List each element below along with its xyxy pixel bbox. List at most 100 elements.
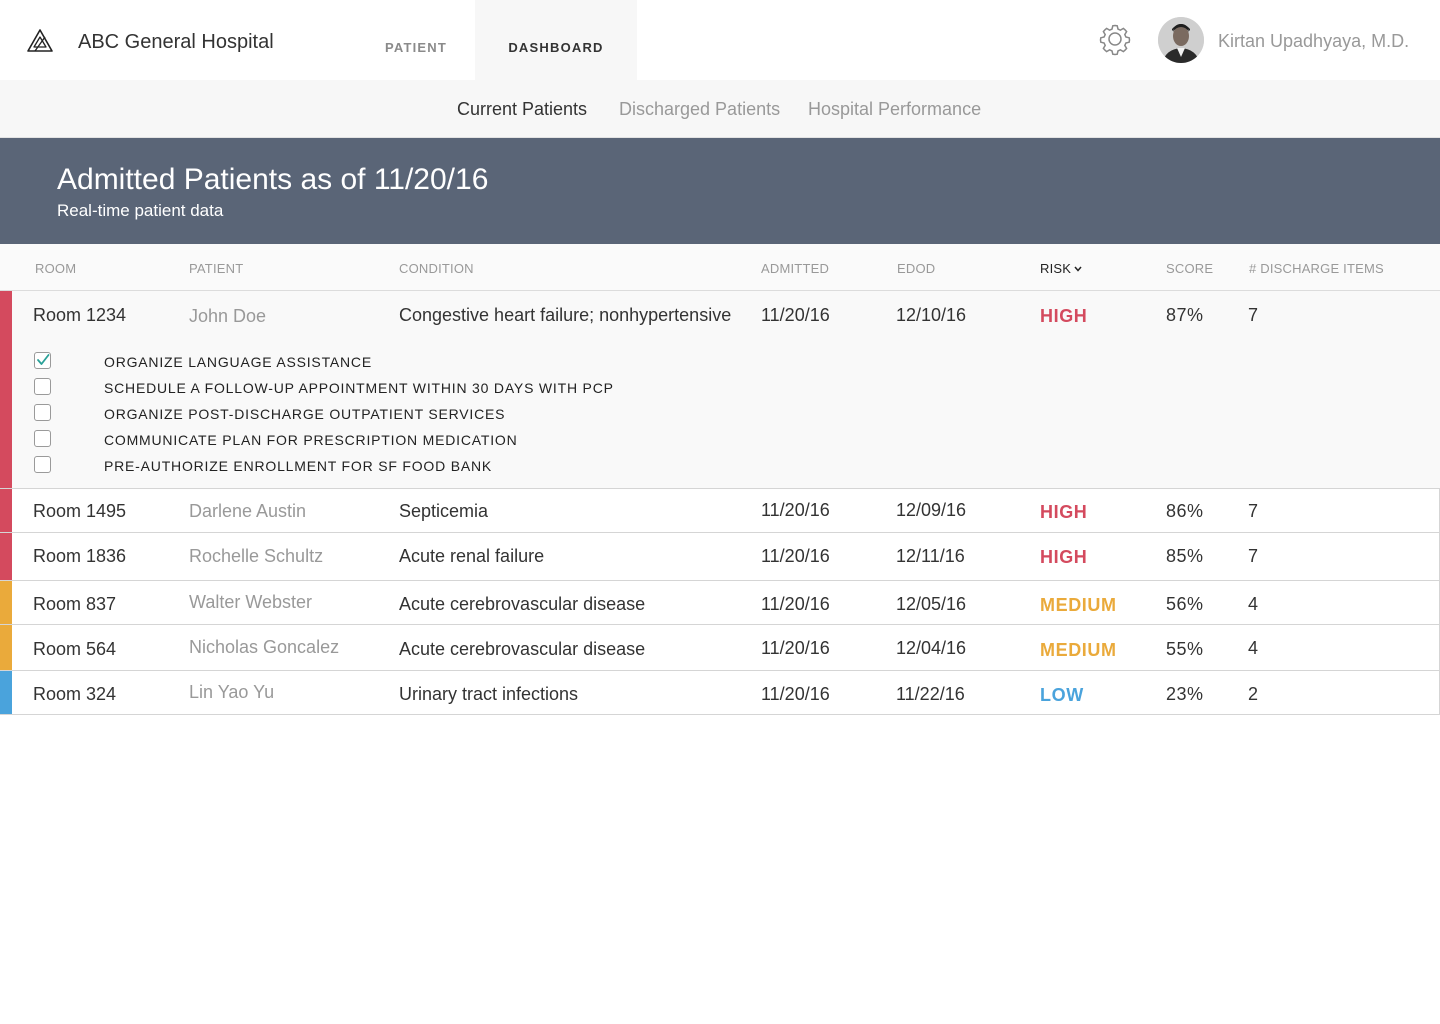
condition-cell: Acute renal failure — [399, 546, 545, 566]
checkmark-icon — [37, 354, 50, 365]
column-header-risk-label: RISK — [1040, 261, 1072, 276]
patient-name[interactable]: Nicholas Goncalez — [189, 637, 339, 658]
checklist-item: COMMUNICATE PLAN FOR PRESCRIPTION MEDICA… — [33, 427, 733, 453]
table-row[interactable]: Room 564 Nicholas Goncalez Acute cerebro… — [0, 625, 1440, 671]
checklist-item: ORGANIZE LANGUAGE ASSISTANCE — [33, 349, 733, 375]
column-header-condition[interactable]: CONDITION — [399, 261, 474, 276]
risk-indicator-bar — [0, 291, 12, 488]
discharge-items-count: 7 — [1248, 546, 1259, 566]
checkbox[interactable] — [34, 456, 51, 473]
checklist-item-label: ORGANIZE POST-DISCHARGE OUTPATIENT SERVI… — [104, 406, 506, 422]
column-header-risk[interactable]: RISK — [1040, 261, 1082, 276]
condition-cell: Acute cerebrovascular disease — [399, 594, 646, 614]
score-cell: 23% — [1166, 684, 1204, 704]
page-title: Admitted Patients as of 11/20/16 — [57, 163, 489, 196]
edod-date: 12/04/16 — [896, 638, 967, 658]
room-cell: Room 564 — [33, 639, 117, 659]
admitted-date: 11/20/16 — [761, 638, 830, 658]
column-header-admitted[interactable]: ADMITTED — [761, 261, 829, 276]
edod-date: 12/10/16 — [896, 305, 967, 325]
edod-date: 12/09/16 — [896, 500, 967, 520]
table-row[interactable]: Room 1836 Rochelle Schultz Acute renal f… — [0, 533, 1440, 581]
risk-indicator-bar — [0, 489, 12, 532]
checkbox[interactable] — [34, 378, 51, 395]
user-name[interactable]: Kirtan Upadhyaya, M.D. — [1218, 31, 1409, 52]
admitted-date: 11/20/16 — [761, 305, 830, 325]
patient-name[interactable]: Rochelle Schultz — [189, 546, 323, 567]
checkbox[interactable] — [34, 404, 51, 421]
page-subtitle: Real-time patient data — [57, 201, 224, 220]
avatar[interactable] — [1158, 17, 1204, 63]
column-header-discharge-items[interactable]: # DISCHARGE ITEMS — [1249, 261, 1384, 276]
discharge-checklist: ORGANIZE LANGUAGE ASSISTANCE SCHEDULE A … — [33, 349, 733, 479]
checklist-item-label: PRE-AUTHORIZE ENROLLMENT FOR SF FOOD BAN… — [104, 458, 493, 474]
tab-hospital-performance[interactable]: Hospital Performance — [808, 99, 981, 120]
tab-dashboard-label: DASHBOARD — [508, 39, 604, 55]
checklist-item-label: SCHEDULE A FOLLOW-UP APPOINTMENT WITHIN … — [104, 380, 614, 396]
risk-indicator-bar — [0, 581, 12, 624]
triangle-logo-icon[interactable] — [26, 28, 54, 54]
table-row[interactable]: Room 837 Walter Webster Acute cerebrovas… — [0, 581, 1440, 625]
edod-date: 12/11/16 — [896, 546, 965, 566]
condition-cell: Acute cerebrovascular disease — [399, 639, 646, 659]
patient-name[interactable]: John Doe — [189, 306, 266, 327]
column-header-room[interactable]: ROOM — [35, 261, 76, 276]
admitted-date: 11/20/16 — [761, 546, 830, 566]
risk-badge: LOW — [1040, 685, 1084, 705]
table-row[interactable]: Room 1495 Darlene Austin Septicemia 11/2… — [0, 489, 1440, 533]
tab-current-patients[interactable]: Current Patients — [457, 99, 587, 120]
checkbox-checked[interactable] — [34, 352, 51, 369]
score-cell: 85% — [1166, 546, 1204, 566]
tab-patient[interactable]: PATIENT — [356, 0, 476, 80]
room-cell: Room 837 — [33, 594, 117, 614]
app-title[interactable]: ABC General Hospital — [78, 31, 274, 54]
score-cell: 56% — [1166, 594, 1204, 614]
chevron-down-icon — [1074, 266, 1082, 272]
room-cell: Room 1836 — [33, 546, 127, 566]
patient-name[interactable]: Walter Webster — [189, 592, 312, 613]
discharge-items-count: 7 — [1248, 305, 1259, 325]
table-row[interactable]: Room 324 Lin Yao Yu Urinary tract infect… — [0, 671, 1440, 715]
edod-date: 12/05/16 — [896, 594, 967, 614]
checklist-item: PRE-AUTHORIZE ENROLLMENT FOR SF FOOD BAN… — [33, 453, 733, 479]
gear-icon[interactable] — [1098, 22, 1132, 56]
sub-navigation: Current Patients Discharged Patients Hos… — [0, 80, 1440, 138]
edod-date: 11/22/16 — [896, 684, 965, 704]
patient-name[interactable]: Darlene Austin — [189, 501, 306, 522]
discharge-items-count: 7 — [1248, 501, 1259, 521]
admitted-date: 11/20/16 — [761, 594, 830, 614]
risk-badge: HIGH — [1040, 547, 1088, 567]
page-banner: Admitted Patients as of 11/20/16 Real-ti… — [0, 138, 1440, 244]
column-header-edod[interactable]: EDOD — [897, 261, 935, 276]
risk-badge: HIGH — [1040, 306, 1088, 326]
discharge-items-count: 2 — [1248, 684, 1259, 704]
risk-badge: MEDIUM — [1040, 640, 1117, 660]
column-header-patient[interactable]: PATIENT — [189, 261, 243, 276]
room-cell: Room 1234 — [33, 305, 127, 325]
room-cell: Room 1495 — [33, 501, 127, 521]
discharge-items-count: 4 — [1248, 594, 1259, 614]
checkbox[interactable] — [34, 430, 51, 447]
admitted-date: 11/20/16 — [761, 500, 830, 520]
table-row[interactable]: Room 1234 John Doe Congestive heart fail… — [0, 291, 1440, 489]
patient-name[interactable]: Lin Yao Yu — [189, 682, 274, 703]
column-header-score[interactable]: SCORE — [1166, 261, 1213, 276]
checklist-item: SCHEDULE A FOLLOW-UP APPOINTMENT WITHIN … — [33, 375, 733, 401]
checklist-item-label: ORGANIZE LANGUAGE ASSISTANCE — [104, 354, 372, 370]
risk-badge: HIGH — [1040, 502, 1088, 522]
score-cell: 55% — [1166, 639, 1204, 659]
condition-cell: Urinary tract infections — [399, 684, 579, 704]
tab-discharged-patients[interactable]: Discharged Patients — [619, 99, 780, 120]
risk-badge: MEDIUM — [1040, 595, 1117, 615]
score-cell: 86% — [1166, 501, 1204, 521]
tab-dashboard[interactable]: DASHBOARD — [475, 0, 637, 80]
condition-cell: Congestive heart failure; nonhypertensiv… — [399, 305, 732, 325]
checklist-item: ORGANIZE POST-DISCHARGE OUTPATIENT SERVI… — [33, 401, 733, 427]
admitted-date: 11/20/16 — [761, 684, 830, 704]
tab-patient-label: PATIENT — [384, 39, 448, 55]
top-bar: ABC General Hospital PATIENT DASHBOARD K… — [0, 0, 1440, 80]
discharge-items-count: 4 — [1248, 638, 1259, 658]
score-cell: 87% — [1166, 305, 1204, 325]
risk-indicator-bar — [0, 625, 12, 670]
checklist-item-label: COMMUNICATE PLAN FOR PRESCRIPTION MEDICA… — [104, 432, 518, 448]
